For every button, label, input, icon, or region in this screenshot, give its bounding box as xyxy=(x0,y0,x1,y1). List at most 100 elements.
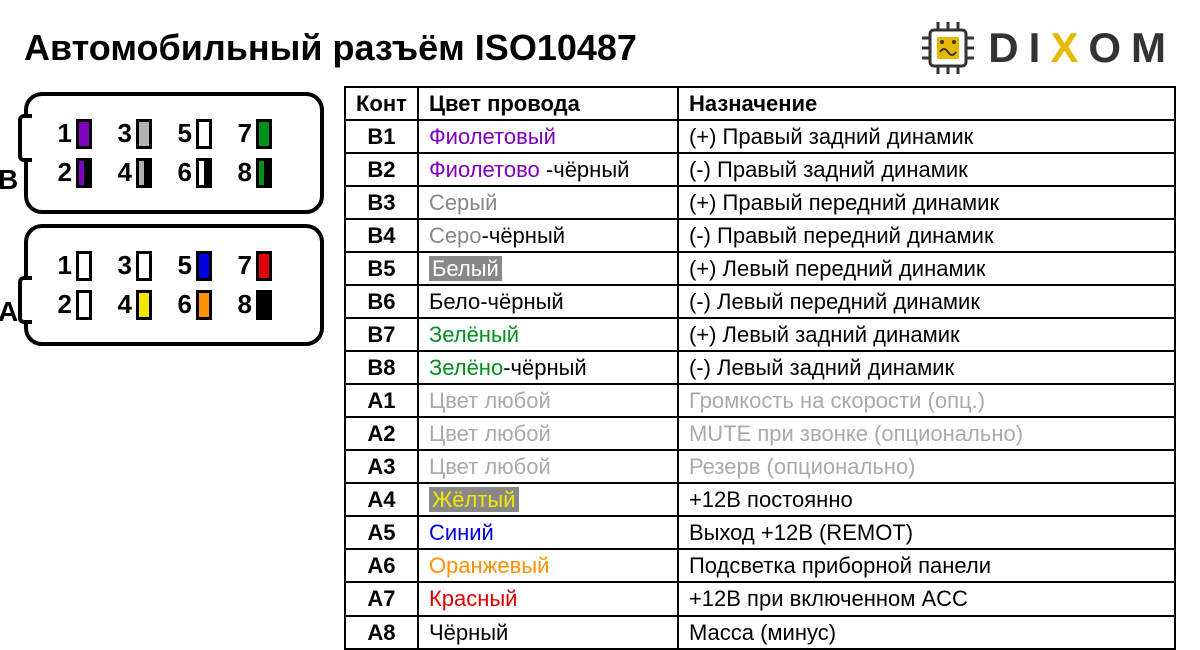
cell-function: MUTE при звонке (опционально) xyxy=(678,417,1175,450)
pin-number: 3 xyxy=(114,118,132,149)
table-row: B6Бело-чёрный(-) Левый передний динамик xyxy=(345,285,1175,318)
pin-number: 4 xyxy=(114,289,132,320)
cell-function: (+) Левый передний динамик xyxy=(678,252,1175,285)
cell-wire-color: Бело-чёрный xyxy=(418,285,678,318)
cell-function: (-) Правый задний динамик xyxy=(678,153,1175,186)
cell-function: (+) Правый задний динамик xyxy=(678,120,1175,153)
table-row: B4Серо-чёрный(-) Правый передний динамик xyxy=(345,219,1175,252)
table-row: B1Фиолетовый(+) Правый задний динамик xyxy=(345,120,1175,153)
pin-number: 7 xyxy=(234,250,252,281)
th-pin: Конт xyxy=(345,87,418,120)
pin-number: 1 xyxy=(54,118,72,149)
connector-pin: 4 xyxy=(114,157,152,188)
cell-function: Резерв (опционально) xyxy=(678,450,1175,483)
cell-pin: B3 xyxy=(345,186,418,219)
connector-pin: 3 xyxy=(114,118,152,149)
cell-function: (-) Правый передний динамик xyxy=(678,219,1175,252)
cell-function: (-) Левый задний динамик xyxy=(678,351,1175,384)
pin-number: 2 xyxy=(54,157,72,188)
cell-function: +12В при включенном ACC xyxy=(678,582,1175,615)
cell-wire-color: Фиолетово -чёрный xyxy=(418,153,678,186)
cell-wire-color: Оранжевый xyxy=(418,549,678,582)
cell-wire-color: Цвет любой xyxy=(418,384,678,417)
connector-pin: 7 xyxy=(234,118,272,149)
pin-color-box xyxy=(196,158,212,188)
brand-text: DIXOM xyxy=(988,24,1176,72)
pin-color-box xyxy=(76,251,92,281)
cell-wire-color: Цвет любой xyxy=(418,417,678,450)
table-row: A7Красный+12В при включенном ACC xyxy=(345,582,1175,615)
cell-pin: A8 xyxy=(345,616,418,649)
cell-pin: B5 xyxy=(345,252,418,285)
cell-pin: A5 xyxy=(345,516,418,549)
cell-pin: B8 xyxy=(345,351,418,384)
pin-color-box xyxy=(136,119,152,149)
pin-number: 6 xyxy=(174,157,192,188)
block-label-a: A xyxy=(0,296,18,328)
cell-wire-color: Серо-чёрный xyxy=(418,219,678,252)
pin-number: 5 xyxy=(174,250,192,281)
cell-pin: B4 xyxy=(345,219,418,252)
cell-wire-color: Чёрный xyxy=(418,616,678,649)
th-color: Цвет провода xyxy=(418,87,678,120)
table-row: A2Цвет любойMUTE при звонке (опционально… xyxy=(345,417,1175,450)
connector-pin: 8 xyxy=(234,289,272,320)
cell-pin: B7 xyxy=(345,318,418,351)
cell-wire-color: Фиолетовый xyxy=(418,120,678,153)
connector-pin: 7 xyxy=(234,250,272,281)
pin-color-box xyxy=(196,290,212,320)
pin-number: 8 xyxy=(234,289,252,320)
pin-number: 8 xyxy=(234,157,252,188)
cell-function: Выход +12В (REMOT) xyxy=(678,516,1175,549)
pin-color-box xyxy=(76,290,92,320)
pin-color-box xyxy=(136,290,152,320)
cell-wire-color: Жёлтый xyxy=(418,483,678,516)
cell-function: Громкость на скорости (опц.) xyxy=(678,384,1175,417)
table-row: A5СинийВыход +12В (REMOT) xyxy=(345,516,1175,549)
cell-pin: B1 xyxy=(345,120,418,153)
connector-pin: 5 xyxy=(174,118,212,149)
pin-color-box xyxy=(196,119,212,149)
connector-pin: 5 xyxy=(174,250,212,281)
cell-wire-color: Цвет любой xyxy=(418,450,678,483)
pin-number: 7 xyxy=(234,118,252,149)
pinout-table: Конт Цвет провода Назначение B1Фиолетовы… xyxy=(344,86,1176,650)
cell-wire-color: Белый xyxy=(418,252,678,285)
cell-pin: A7 xyxy=(345,582,418,615)
pin-number: 6 xyxy=(174,289,192,320)
connector-block-a: 1357 2468 A xyxy=(24,224,324,346)
connector-pin: 4 xyxy=(114,289,152,320)
page-title: Автомобильный разъём ISO10487 xyxy=(24,27,637,69)
cell-pin: A3 xyxy=(345,450,418,483)
connector-pin: 2 xyxy=(54,157,92,188)
cell-pin: A6 xyxy=(345,549,418,582)
table-row: B3Серый(+) Правый передний динамик xyxy=(345,186,1175,219)
pin-color-box xyxy=(76,158,92,188)
block-label-b: B xyxy=(0,164,18,196)
pin-color-box xyxy=(136,158,152,188)
connector-pin: 6 xyxy=(174,157,212,188)
cell-wire-color: Синий xyxy=(418,516,678,549)
pin-color-box xyxy=(256,119,272,149)
cell-pin: A2 xyxy=(345,417,418,450)
th-func: Назначение xyxy=(678,87,1175,120)
cell-wire-color: Красный xyxy=(418,582,678,615)
pin-color-box xyxy=(256,158,272,188)
table-row: A3Цвет любойРезерв (опционально) xyxy=(345,450,1175,483)
cell-pin: A1 xyxy=(345,384,418,417)
cell-pin: B2 xyxy=(345,153,418,186)
table-row: A4Жёлтый+12В постоянно xyxy=(345,483,1175,516)
table-row: B5Белый(+) Левый передний динамик xyxy=(345,252,1175,285)
connector-pin: 1 xyxy=(54,250,92,281)
table-row: B8Зелёно-чёрный(-) Левый задний динамик xyxy=(345,351,1175,384)
table-row: B2Фиолетово -чёрный(-) Правый задний дин… xyxy=(345,153,1175,186)
pin-color-box xyxy=(76,119,92,149)
table-row: B7Зелёный(+) Левый задний динамик xyxy=(345,318,1175,351)
pin-number: 4 xyxy=(114,157,132,188)
connector-diagram: 1357 2468 B 1357 2468 A xyxy=(24,86,324,356)
cell-function: +12В постоянно xyxy=(678,483,1175,516)
cell-wire-color: Зелёно-чёрный xyxy=(418,351,678,384)
connector-pin: 3 xyxy=(114,250,152,281)
table-row: A6ОранжевыйПодсветка приборной панели xyxy=(345,549,1175,582)
pin-number: 5 xyxy=(174,118,192,149)
